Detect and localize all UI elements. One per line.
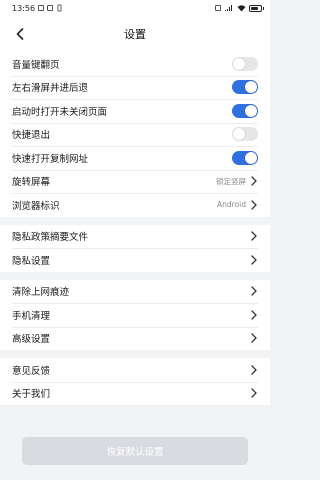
settings-row-label: 意见反馈 [12, 365, 51, 377]
chevron-right-icon [250, 310, 258, 320]
settings-row[interactable]: 清除上网痕迹 [0, 280, 270, 304]
settings-group: 音量键翻页左右滑屏并进后退启动时打开未关闭页面 快捷退出快速打开复制网址 旋转屏幕 锁… [0, 52, 270, 217]
chevron-right-icon [250, 365, 258, 375]
chevron-right-icon [250, 231, 258, 241]
chevron-right-icon [250, 200, 258, 210]
vibrate-icon [57, 4, 62, 12]
back-button[interactable] [10, 24, 30, 44]
signal-icon [225, 5, 232, 11]
settings-row[interactable]: 音量键翻页 [0, 52, 270, 76]
toggle-switch[interactable] [232, 80, 258, 95]
toggle-switch[interactable] [232, 150, 258, 165]
battery-icon [249, 4, 264, 12]
toggle-switch[interactable] [232, 56, 258, 71]
chevron-left-icon [16, 28, 24, 40]
toggle-knob [233, 57, 245, 70]
status-bar: 13:56 [0, 0, 270, 16]
settings-row[interactable]: 快速打开复制网址 [0, 146, 270, 170]
settings-group: 意见反馈 关于我们 [0, 358, 270, 405]
reset-defaults-button[interactable]: 恢复默认设置 [22, 437, 248, 465]
toggle-knob [245, 81, 257, 94]
settings-row[interactable]: 手机清理 [0, 303, 270, 327]
toggle-knob [245, 151, 257, 164]
notification-icon [47, 5, 54, 11]
settings-row-label: 左右滑屏并进后退 [12, 83, 89, 95]
settings-row-value: 锁定竖屏 [216, 176, 246, 186]
toggle-knob [245, 104, 257, 117]
settings-row[interactable]: 隐私设置 [0, 248, 270, 272]
settings-row-label: 高级设置 [12, 334, 51, 346]
settings-row[interactable]: 启动时打开未关闭页面 [0, 99, 270, 123]
chevron-right-icon [250, 333, 258, 343]
chevron-right-icon [250, 176, 258, 186]
settings-row[interactable]: 浏览器标识 Android [0, 193, 270, 217]
chevron-right-icon [250, 255, 258, 265]
page-title: 设置 [124, 28, 146, 41]
wifi-icon [237, 5, 246, 12]
settings-row[interactable]: 隐私政策摘要文件 [0, 225, 270, 249]
chevron-right-icon [250, 388, 258, 398]
settings-row-label: 关于我们 [12, 389, 51, 401]
status-time: 13:56 [12, 3, 36, 13]
settings-row-label: 启动时打开未关闭页面 [12, 106, 108, 118]
notification-icon [38, 5, 45, 11]
settings-row[interactable]: 旋转屏幕 锁定竖屏 [0, 169, 270, 194]
settings-row-label: 旋转屏幕 [12, 177, 51, 189]
settings-row-label: 浏览器标识 [12, 200, 60, 212]
settings-row[interactable]: 关于我们 [0, 381, 270, 406]
settings-row-label: 隐私政策摘要文件 [12, 232, 89, 244]
settings-row-label: 手机清理 [12, 310, 51, 322]
chevron-right-icon [250, 286, 258, 296]
settings-row-label: 隐私设置 [12, 255, 51, 267]
settings-group: 清除上网痕迹 手机清理高级设置 [0, 279, 270, 351]
sim-icon [215, 5, 221, 11]
settings-row-label: 快捷退出 [12, 130, 51, 142]
settings-row-value: Android [217, 200, 246, 210]
settings-list: 音量键翻页左右滑屏并进后退启动时打开未关闭页面 快捷退出快速打开复制网址 旋转屏幕 锁… [0, 52, 270, 405]
settings-row-label: 音量键翻页 [12, 59, 60, 71]
settings-row[interactable]: 快捷退出 [0, 122, 270, 147]
settings-row-label: 清除上网痕迹 [12, 287, 70, 299]
toggle-knob [233, 128, 245, 141]
toggle-switch[interactable] [232, 127, 258, 142]
toggle-switch[interactable] [232, 103, 258, 118]
settings-row[interactable]: 左右滑屏并进后退 [0, 75, 270, 100]
settings-row-label: 快速打开复制网址 [12, 153, 89, 165]
settings-group: 隐私政策摘要文件 隐私设置 [0, 224, 270, 272]
header: 设置 [0, 16, 270, 52]
settings-row[interactable]: 高级设置 [0, 326, 270, 351]
settings-row[interactable]: 意见反馈 [0, 358, 270, 382]
